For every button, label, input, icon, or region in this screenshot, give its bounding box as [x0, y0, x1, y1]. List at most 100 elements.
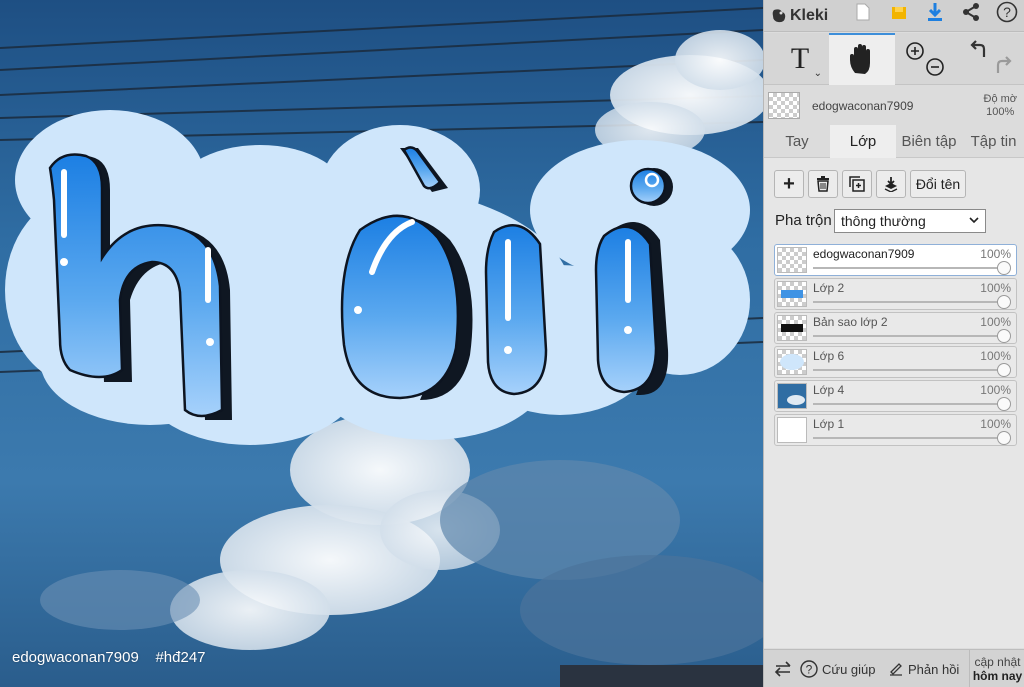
tool-row: T ⌄ [764, 33, 1024, 85]
layer-opacity: 100% [980, 383, 1011, 397]
layer-opacity-track [813, 335, 1002, 337]
layer-item[interactable]: Lớp 2 100% [774, 278, 1017, 310]
delete-layer-button[interactable] [808, 170, 838, 198]
zoom-out-icon[interactable] [926, 58, 944, 76]
tab-edit[interactable]: Biên tập [896, 125, 962, 158]
layer-item[interactable]: Bản sao lớp 2 100% [774, 312, 1017, 344]
layer-thumbnail [777, 349, 807, 375]
blend-mode-value: thông thường [841, 213, 926, 229]
drawing-canvas[interactable]: edogwaconan7909 #hđ247 [0, 0, 763, 687]
kleki-logo-icon [772, 9, 786, 23]
tab-brush[interactable]: Tay [764, 125, 830, 158]
layer-thumbnail [777, 383, 807, 409]
trash-icon [817, 176, 829, 192]
help-button[interactable]: ? Cứu giúp [800, 650, 876, 687]
top-toolbar: Kleki ? [764, 0, 1024, 32]
help-label: Cứu giúp [822, 661, 876, 677]
svg-text:?: ? [1003, 4, 1011, 20]
canvas-artwork [0, 0, 763, 687]
tab-file[interactable]: Tập tin [962, 125, 1024, 158]
download-icon[interactable] [918, 0, 952, 24]
kleki-logo[interactable]: Kleki [770, 5, 828, 27]
layer-item[interactable]: Lớp 6 100% [774, 346, 1017, 378]
duplicate-layer-button[interactable] [842, 170, 872, 198]
merge-down-button[interactable] [876, 170, 906, 198]
duplicate-icon [849, 176, 865, 192]
current-layer-thumbnail [768, 92, 800, 119]
feedback-button[interactable]: Phản hồi [888, 650, 959, 687]
layer-item[interactable]: Lớp 1 100% [774, 414, 1017, 446]
blend-mode-label: Pha trộn [775, 212, 832, 229]
text-tool-button[interactable]: T ⌄ [772, 33, 828, 85]
rename-layer-button[interactable]: Đổi tên [910, 170, 966, 198]
feedback-label: Phản hồi [908, 661, 960, 677]
layer-item[interactable]: edogwaconan7909 100% [774, 244, 1017, 276]
layer-name: Lớp 4 [813, 383, 845, 397]
bottom-bar: ? Cứu giúp Phản hồi cập nhật hôm nay [764, 649, 1024, 687]
save-icon[interactable] [882, 0, 916, 24]
middle-i-dot [504, 346, 512, 354]
layer-opacity: 100% [980, 315, 1011, 329]
layer-opacity: 100% [980, 417, 1011, 431]
layer-opacity-slider[interactable] [997, 295, 1011, 309]
text-tool-icon: T [790, 42, 810, 75]
plus-icon: + [783, 172, 795, 195]
app-name: Kleki [790, 7, 829, 24]
update-line2: hôm nay [972, 669, 1023, 683]
layer-opacity-track [813, 437, 1002, 439]
undo-icon[interactable] [970, 40, 986, 57]
letter-body-middle-i [484, 224, 548, 396]
layer-opacity-slider[interactable] [997, 329, 1011, 343]
layer-name: Bản sao lớp 2 [813, 315, 888, 329]
opacity-label: Độ mờ [983, 93, 1018, 105]
zoom-in-icon[interactable] [906, 42, 924, 60]
blend-mode-select[interactable]: thông thường [834, 209, 986, 233]
layer-opacity-slider[interactable] [997, 261, 1011, 275]
redo-icon[interactable] [996, 56, 1012, 73]
layer-thumbnail [777, 281, 807, 307]
zoom-controls [898, 33, 950, 85]
help-icon[interactable]: ? [990, 0, 1024, 24]
layer-opacity: 100% [980, 247, 1011, 261]
hand-tool-button[interactable] [829, 33, 895, 85]
hand-tool-icon [850, 44, 870, 74]
merge-down-icon [884, 177, 898, 192]
swap-icon [774, 661, 791, 677]
layer-name: Lớp 1 [813, 417, 845, 431]
update-notice[interactable]: cập nhật hôm nay [969, 650, 1024, 687]
layers-panel: + Đổi tên Pha trộn thông thường edogwaco… [764, 158, 1024, 648]
layer-opacity-track [813, 403, 1002, 405]
building-silhouette [560, 665, 763, 687]
chevron-down-icon: ⌄ [813, 68, 822, 79]
layer-opacity-track [813, 369, 1002, 371]
tab-layers[interactable]: Lớp [830, 125, 896, 158]
panel-tabs: Tay Lớp Biên tập Tập tin [764, 125, 1024, 158]
layer-opacity: 100% [980, 281, 1011, 295]
share-icon[interactable] [954, 0, 988, 24]
opacity-value: 100% [986, 106, 1015, 118]
history-controls [960, 33, 1020, 85]
new-image-icon[interactable] [846, 0, 880, 24]
current-layer-name: edogwaconan7909 [812, 99, 914, 113]
current-layer-opacity[interactable]: Độ mờ 100% [984, 93, 1018, 119]
layer-opacity-track [813, 301, 1002, 303]
current-layer-info: edogwaconan7909 Độ mờ 100% [764, 86, 1024, 124]
layer-thumbnail [777, 315, 807, 341]
feedback-icon [890, 663, 902, 676]
swap-sides-button[interactable] [770, 650, 796, 687]
layer-opacity-track [813, 267, 1002, 269]
layer-opacity-slider[interactable] [997, 397, 1011, 411]
svg-text:?: ? [806, 663, 813, 677]
layer-item[interactable]: Lớp 4 100% [774, 380, 1017, 412]
layer-name: Lớp 6 [813, 349, 845, 363]
layer-opacity: 100% [980, 349, 1011, 363]
layer-opacity-slider[interactable] [997, 363, 1011, 377]
help-circle-icon: ? [800, 660, 818, 678]
layer-thumbnail [777, 247, 807, 273]
layer-thumbnail [777, 417, 807, 443]
layer-opacity-slider[interactable] [997, 431, 1011, 445]
update-line1: cập nhật [974, 655, 1021, 669]
add-layer-button[interactable]: + [774, 170, 804, 198]
layer-name: edogwaconan7909 [813, 247, 915, 261]
canvas-watermark: edogwaconan7909 #hđ247 [12, 649, 206, 666]
